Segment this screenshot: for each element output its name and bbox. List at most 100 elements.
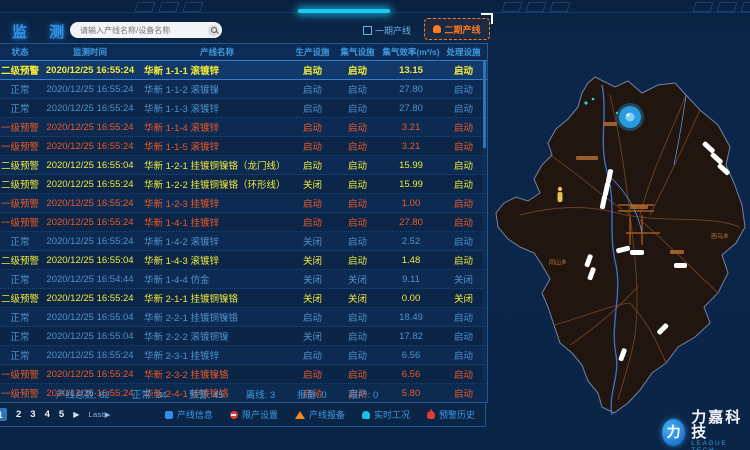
table-row[interactable]: 正常2020/12/25 16:55:24华新 2-3-1 挂镀锌启动启动6.5…	[0, 346, 487, 365]
page-number[interactable]: 4	[45, 409, 50, 420]
cell-time: 2020/12/25 16:55:24	[40, 179, 140, 190]
info-icon	[165, 411, 173, 419]
scrollbar-thumb[interactable]	[483, 60, 486, 148]
district-map[interactable]	[490, 55, 750, 450]
cell-eff: 1.00	[380, 198, 442, 209]
gauge-button[interactable]: 实时工况	[362, 408, 410, 421]
search-icon[interactable]	[208, 25, 219, 36]
phase2-button[interactable]: 二期产线	[424, 18, 490, 40]
cell-gas: 启动	[335, 82, 380, 96]
summary-item: 预警: 45	[189, 387, 224, 401]
cell-time: 2020/12/25 16:55:24	[40, 217, 140, 228]
footer-button-label: 产线信息	[177, 408, 213, 421]
cell-time: 2020/12/25 16:55:24	[40, 141, 140, 152]
footer-button-label: 产线报备	[309, 408, 345, 421]
cell-name: 华新 1-2-2 挂镀铜镍铬（环形线）	[140, 177, 290, 191]
last-page-button[interactable]: Last▶	[88, 410, 110, 419]
table-row[interactable]: 正常2020/12/25 16:55:24华新 1-1-3 滚镀锌启动启动27.…	[0, 99, 487, 118]
footer-button-label: 实时工况	[374, 408, 410, 421]
header: 监 测 一期产线 二期产线	[0, 17, 489, 43]
alarm-icon	[427, 411, 435, 419]
cell-prod: 关闭	[290, 291, 335, 305]
table-row[interactable]: 正常2020/12/25 16:54:44华新 1-4-4 仿金关闭关闭9.11…	[0, 270, 487, 289]
cell-eff: 27.80	[380, 84, 442, 95]
page-number[interactable]: 2	[16, 409, 21, 420]
cell-prod: 启动	[290, 158, 335, 172]
table-row[interactable]: 一级预警2020/12/25 16:55:24华新 1-1-5 滚镀锌启动启动3…	[0, 137, 487, 156]
table-row[interactable]: 一级预警2020/12/25 16:55:24华新 2-3-2 挂镀镍铬启动启动…	[0, 365, 487, 384]
cell-prod: 启动	[290, 310, 335, 324]
cell-time: 2020/12/25 16:55:24	[40, 198, 140, 209]
cell-treat: 启动	[442, 177, 485, 191]
cell-treat: 启动	[442, 310, 485, 324]
cell-treat: 启动	[442, 234, 485, 248]
next-page-button[interactable]: ▶	[73, 410, 79, 419]
column-header: 监测时间	[40, 46, 140, 58]
cell-status: 一级预警	[0, 139, 40, 153]
table-row[interactable]: 二级预警2020/12/25 16:55:04华新 1-2-1 挂镀铜镍铬（龙门…	[0, 156, 487, 175]
cell-time: 2020/12/25 16:55:04	[40, 331, 140, 342]
cell-prod: 关闭	[290, 177, 335, 191]
page-current[interactable]: 1	[0, 408, 7, 421]
checkbox-icon[interactable]	[363, 26, 372, 35]
monitoring-table: 状态监测时间产线名称生产设施集气设施集气效率(m³/s)处理设施 二级预警202…	[0, 43, 488, 403]
table-header: 状态监测时间产线名称生产设施集气设施集气效率(m³/s)处理设施	[0, 44, 487, 60]
deco-boxes-right	[694, 2, 750, 12]
cell-eff: 6.56	[380, 350, 442, 361]
table-row[interactable]: 二级预警2020/12/25 16:55:24华新 1-1-1 滚镀锌启动启动1…	[0, 60, 487, 80]
cell-gas: 启动	[335, 158, 380, 172]
cell-status: 正常	[0, 234, 40, 248]
alarm-button[interactable]: 预警历史	[427, 408, 475, 421]
cell-gas: 启动	[335, 196, 380, 210]
warning-triangle-button[interactable]: 产线报备	[295, 408, 345, 421]
cell-status: 正常	[0, 348, 40, 362]
map-town-label: 西乌乡	[711, 232, 729, 241]
cell-prod: 启动	[290, 215, 335, 229]
column-header: 集气设施	[335, 46, 380, 58]
page-number[interactable]: 5	[59, 409, 64, 420]
cell-name: 华新 1-1-2 滚镀镍	[140, 82, 290, 96]
table-row[interactable]: 正常2020/12/25 16:55:04华新 2-2-1 挂镀铜镍铬启动启动1…	[0, 308, 487, 327]
cell-prod: 启动	[290, 348, 335, 362]
search-input[interactable]	[70, 26, 208, 35]
phase1-checkbox[interactable]: 一期产线	[363, 24, 411, 37]
map-marker-person[interactable]	[558, 187, 563, 202]
cell-gas: 启动	[335, 215, 380, 229]
table-row[interactable]: 正常2020/12/25 16:55:24华新 1-1-2 滚镀镍启动启动27.…	[0, 80, 487, 99]
table-row[interactable]: 一级预警2020/12/25 16:55:24华新 1-1-4 滚镀锌启动启动3…	[0, 118, 487, 137]
cell-treat: 启动	[442, 329, 485, 343]
table-row[interactable]: 正常2020/12/25 16:55:24华新 1-4-2 滚镀锌关闭 启动2.5…	[0, 232, 487, 251]
map-marker-blue[interactable]	[616, 103, 644, 131]
cell-prod: 关闭	[290, 253, 335, 267]
summary-item: 产线总数: 82	[56, 387, 110, 401]
table-row[interactable]: 一级预警2020/12/25 16:55:24华新 1-4-1 挂镀锌启动启动2…	[0, 213, 487, 232]
page-number[interactable]: 3	[30, 409, 35, 420]
table-row[interactable]: 二级预警2020/12/25 16:55:24华新 1-2-2 挂镀铜镍铬（环形…	[0, 175, 487, 194]
table-row[interactable]: 一级预警2020/12/25 16:55:24华新 1-2-3 挂镀锌启动启动1…	[0, 194, 487, 213]
page-title: 监 测	[12, 21, 73, 42]
table-row[interactable]: 二级预警2020/12/25 16:55:04华新 1-4-3 滚镀锌关闭启动1…	[0, 251, 487, 270]
cell-time: 2020/12/25 16:55:24	[40, 84, 140, 95]
column-header: 生产设施	[290, 46, 335, 58]
cell-status: 一级预警	[0, 215, 40, 229]
cell-treat: 启动	[442, 196, 485, 210]
cell-name: 华新 1-4-2 滚镀锌	[140, 234, 290, 248]
cell-eff: 2.52	[380, 236, 442, 247]
table-row[interactable]: 正常2020/12/25 16:55:04华新 2-2-2 滚镀铜镍关闭启动17…	[0, 327, 487, 346]
info-button[interactable]: 产线信息	[165, 408, 213, 421]
search-box[interactable]	[70, 22, 222, 38]
cell-status: 二级预警	[0, 253, 40, 267]
table-scrollbar[interactable]	[483, 60, 486, 384]
cell-gas: 关闭	[335, 272, 380, 286]
table-row[interactable]: 二级预警2020/12/25 16:55:24华新 2-1-1 挂镀铜镍铬关闭关…	[0, 289, 487, 308]
cell-eff: 1.48	[380, 255, 442, 266]
cell-time: 2020/12/25 16:55:24	[40, 122, 140, 133]
cell-gas: 启动	[335, 139, 380, 153]
cell-time: 2020/12/25 16:55:04	[40, 255, 140, 266]
no-entry-button[interactable]: 限产设置	[230, 408, 278, 421]
cell-time: 2020/12/25 16:55:24	[40, 236, 140, 247]
cell-prod: 关闭	[290, 234, 335, 248]
footer-bar: 1 2345 ▶ Last▶ 产线信息 限产设置 产线报备 实时工况 预警历史	[0, 402, 486, 427]
cell-status: 二级预警	[0, 291, 40, 305]
summary-item: 报备: 0	[297, 387, 327, 401]
